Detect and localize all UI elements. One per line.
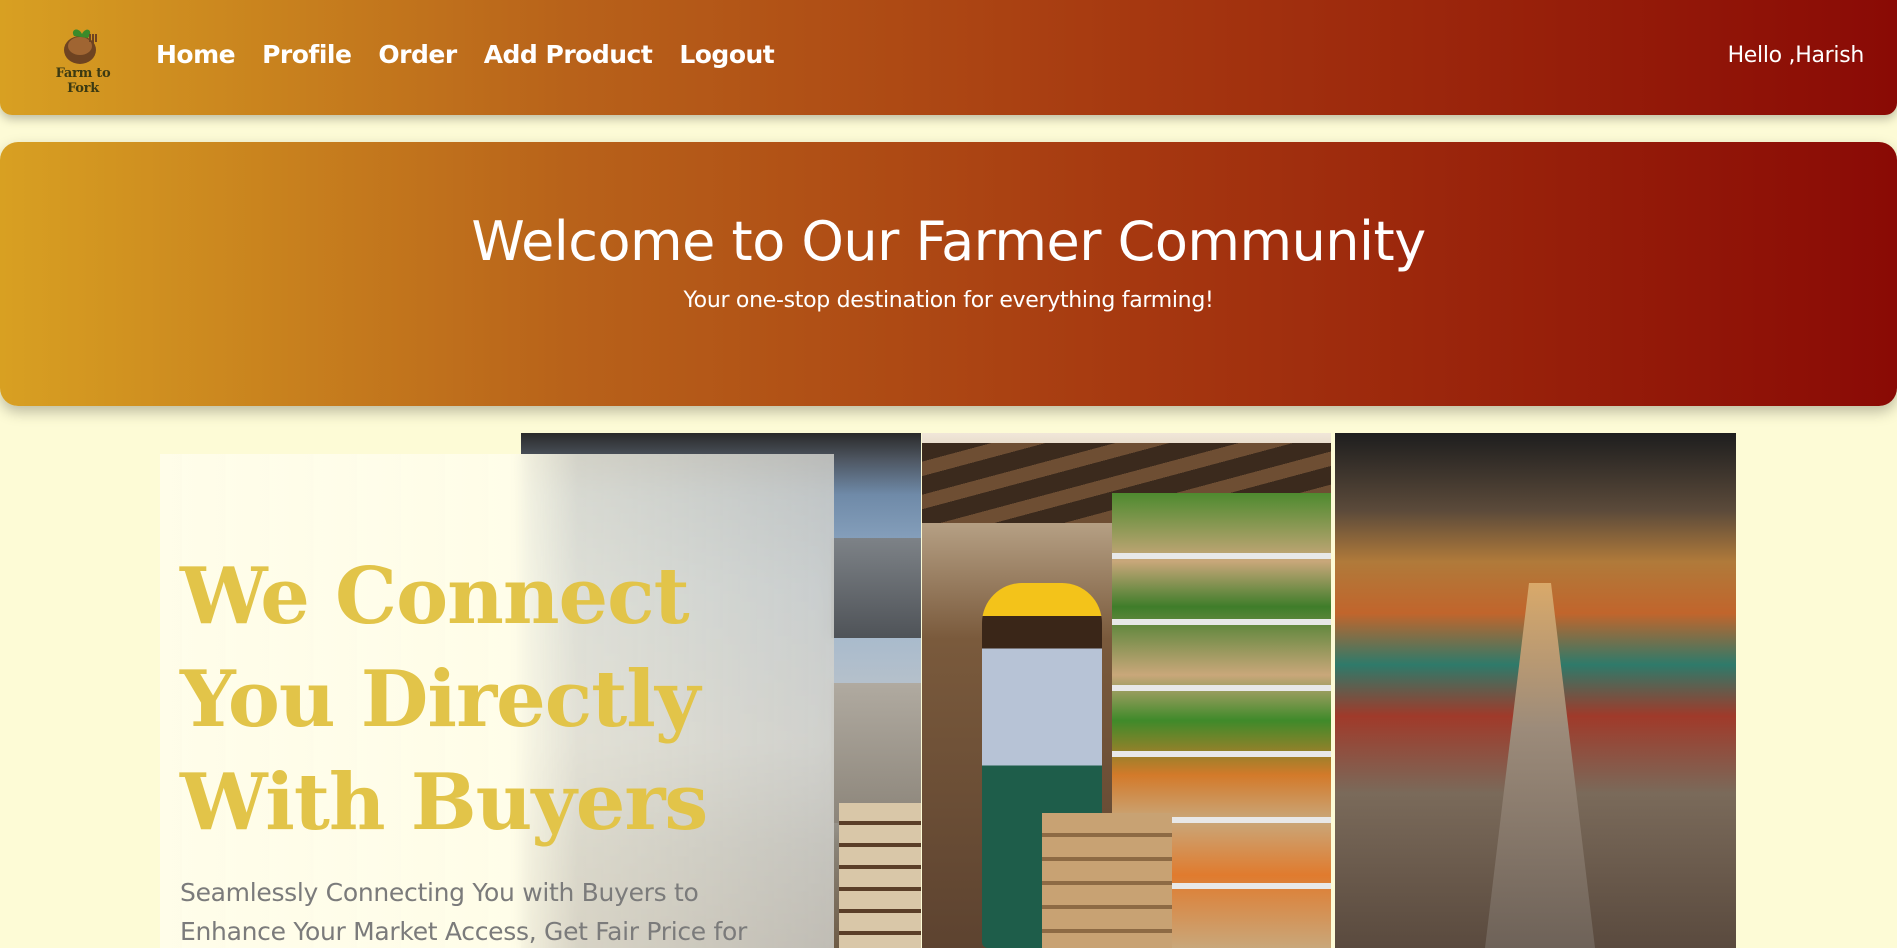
market-photo bbox=[1335, 433, 1736, 948]
nav-logout[interactable]: Logout bbox=[679, 40, 774, 69]
banner-subtitle: Your one-stop destination for everything… bbox=[683, 288, 1214, 313]
nav-profile[interactable]: Profile bbox=[262, 40, 352, 69]
nav-home[interactable]: Home bbox=[156, 40, 236, 69]
user-greeting: Hello ,Harish bbox=[1727, 43, 1865, 68]
farmer-produce-photo bbox=[922, 433, 1331, 948]
welcome-banner: Welcome to Our Farmer Community Your one… bbox=[0, 142, 1897, 406]
feature-description: Seamlessly Connecting You with Buyers to… bbox=[180, 878, 747, 946]
logo-text: Farm to Fork bbox=[55, 66, 111, 96]
top-navbar: Farm to Fork Home Profile Order Add Prod… bbox=[0, 0, 1897, 115]
nav-add-product[interactable]: Add Product bbox=[484, 40, 653, 69]
banner-title: Welcome to Our Farmer Community bbox=[471, 210, 1426, 273]
nav-links: Home Profile Order Add Product Logout bbox=[156, 40, 801, 69]
nav-order[interactable]: Order bbox=[378, 40, 457, 69]
feature-headline: We Connect You Directly With Buyers bbox=[180, 551, 708, 848]
